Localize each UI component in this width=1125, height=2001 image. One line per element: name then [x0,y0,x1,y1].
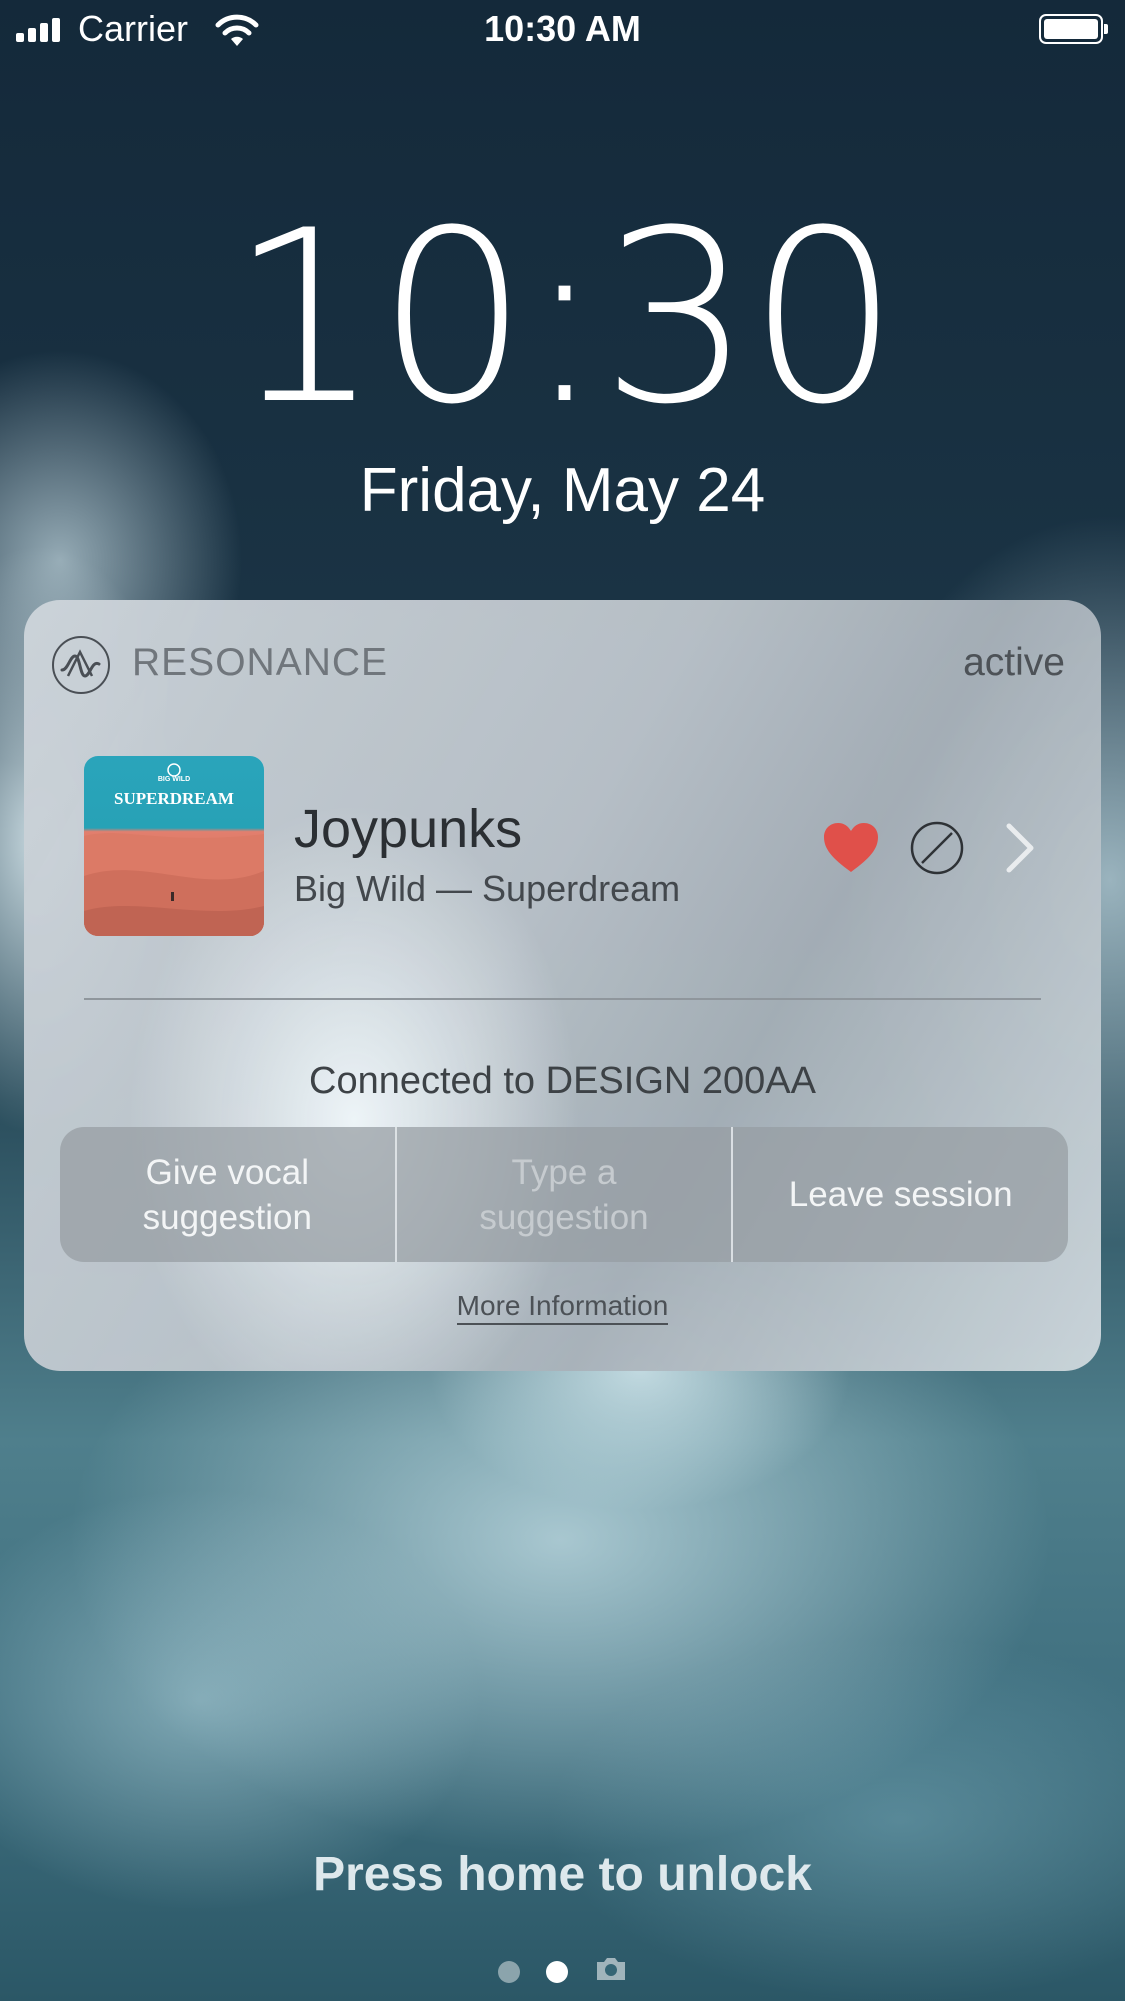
press-home-hint: Press home to unlock [313,1848,812,1901]
more-information-link[interactable]: More Information [456,1290,669,1325]
more-information-link-wrap: More Information [24,1290,1101,1325]
divider [84,998,1041,1000]
session-status: active [963,641,1065,684]
dislike-block-icon[interactable] [909,820,965,881]
battery-icon [1039,14,1108,44]
track-title: Joypunks [294,799,523,859]
like-heart-icon[interactable] [822,822,880,879]
status-time: 10:30 AM [484,8,641,49]
desert-dunes-icon [84,833,264,936]
action-buttons: Give vocal suggestion Type a suggestion … [60,1127,1068,1262]
page-dot-active [545,1960,568,1983]
page-indicator [0,1955,1125,1988]
leave-session-button[interactable]: Leave session [731,1127,1068,1262]
resonance-notification[interactable]: RESONANCE active BIG WILD SUPERDREAM Joy… [24,600,1101,1371]
resonance-logo-icon [52,636,110,694]
lock-date: Friday, May 24 [359,456,766,525]
page-dot [497,1960,520,1983]
connected-session-label: Connected to DESIGN 200AA [309,1060,816,1102]
app-name: RESONANCE [132,641,389,684]
type-suggestion-button[interactable]: Type a suggestion [394,1127,732,1262]
album-artist-label: BIG WILD [157,776,191,783]
lock-clock: 10:30 [229,180,900,457]
give-vocal-suggestion-button[interactable]: Give vocal suggestion [60,1127,395,1262]
track-artist-album: Big Wild — Superdream [294,868,681,909]
skip-chevron-icon[interactable] [999,822,1039,879]
camera-icon[interactable] [594,1955,628,1988]
album-art: BIG WILD SUPERDREAM [84,756,264,936]
status-bar: Carrier 10:30 AM [0,0,1125,58]
album-title-label: SUPERDREAM [114,789,234,808]
